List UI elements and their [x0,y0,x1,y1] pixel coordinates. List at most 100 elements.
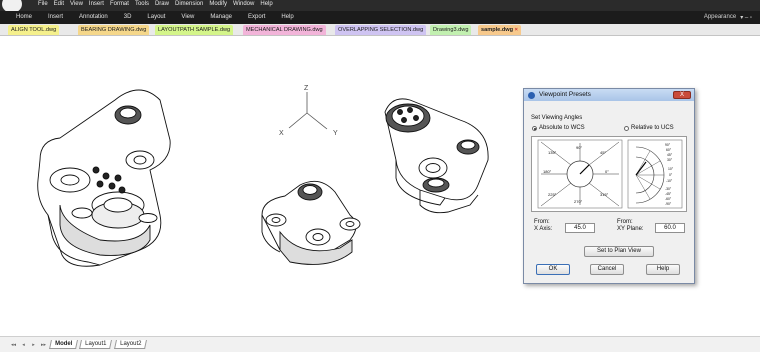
viewpoint-presets-dialog: Viewpoint Presets X Set Viewing Angles A… [523,88,695,284]
compass-label-225: 225° [548,192,557,197]
ribbon-tab-view[interactable]: View [181,14,194,20]
doc-tab-mechanical-drawing[interactable]: MECHANICAL DRAWING.dwg [243,25,326,35]
xy-plane-label: XY Plane: [617,226,644,232]
ribbon-tab-help[interactable]: Help [281,14,293,20]
doc-tab-overlapping-selection[interactable]: OVERLAPPING SELECTION.dwg [335,25,427,35]
document-tab-bar: ALIGN TOOL.dwg BEARING DRAWING.dwg LAYOU… [0,24,760,36]
elev-label-30: 30° [667,158,673,162]
set-viewing-angles-label: Set Viewing Angles [531,115,583,121]
menu-insert[interactable]: Insert [89,1,104,7]
x-axis-input[interactable]: 45.0 [565,223,595,233]
doc-tab-label: sample.dwg [481,27,514,33]
elev-label-45: 45° [667,153,673,157]
menu-window[interactable]: Window [233,1,254,7]
ribbon-bar: Home Insert Annotation 3D Layout View Ma… [0,11,760,24]
compass-label-270: 270° [574,199,583,204]
elev-label-neg45: -45° [665,192,672,196]
layout-tab-bar: ◂◂ ◂ ▸ ▸▸ Model Layout1 Layout2 [0,336,760,352]
menu-file[interactable]: File [38,1,48,7]
dialog-app-icon [528,92,535,99]
first-layout-icon[interactable]: ◂◂ [10,342,17,348]
elev-label-10: 10° [668,167,674,171]
menu-help[interactable]: Help [260,1,272,7]
ribbon-tab-annotation[interactable]: Annotation [79,14,108,20]
doc-tab-bearing-drawing[interactable]: BEARING DRAWING.dwg [78,25,150,35]
part-right [384,98,489,214]
menu-modify[interactable]: Modify [209,1,227,7]
dialog-title-bar[interactable]: Viewpoint Presets X [524,89,694,101]
axis-x-label: X [279,130,284,137]
ribbon-tab-home[interactable]: Home [16,14,32,20]
help-button[interactable]: Help [646,264,680,275]
menu-bar: File Edit View Insert Format Tools Draw … [0,0,760,13]
doc-tab-label: LAYOUTPATH SAMPLE.dwg [158,27,231,33]
doc-tab-drawing3[interactable]: Drawing3.dwg [430,25,472,35]
x-axis-angle-compass[interactable]: 90° 45° 0° 315° 270° 225° 180° 135° [537,139,623,209]
axis-z-label: Z [304,85,309,92]
close-icon[interactable]: X [673,91,691,99]
compass-label-0: 0° [605,169,609,174]
tab-model[interactable]: Model [49,340,79,349]
dialog-title: Viewpoint Presets [539,91,591,98]
menu-tools[interactable]: Tools [135,1,149,7]
doc-tab-align-tool[interactable]: ALIGN TOOL.dwg [8,25,60,35]
elev-label-neg90: -90° [665,202,672,206]
doc-tab-label: Drawing3.dwg [433,27,469,33]
tab-layout1-label: Layout1 [85,341,107,347]
tab-layout2-label: Layout2 [119,341,142,347]
elev-label-neg60: -60° [665,197,672,201]
close-tab-icon[interactable]: × [515,27,518,33]
doc-tab-label: MECHANICAL DRAWING.dwg [246,27,323,33]
elev-label-90: 90° [665,143,671,147]
appearance-dropdown[interactable]: Appearance [704,14,736,21]
radio-unselected-icon [624,125,629,131]
xy-plane-input[interactable]: 60.0 [655,223,685,233]
menu-draw[interactable]: Draw [155,1,169,7]
doc-tab-label: ALIGN TOOL.dwg [11,27,57,33]
radio-relative-label: Relative to UCS [631,125,674,131]
ribbon-tab-export[interactable]: Export [248,14,265,20]
part-left [37,89,171,267]
radio-relative-to-ucs[interactable]: Relative to UCS [624,125,674,131]
elev-label-60: 60° [666,148,672,152]
elev-label-neg10: -10° [666,179,673,183]
tab-layout1[interactable]: Layout1 [79,340,113,349]
ribbon-tab-3d[interactable]: 3D [124,14,132,20]
radio-absolute-label: Absolute to WCS [539,125,585,131]
xy-plane-angle-gauge[interactable]: 90° 60° 45° 30° 10° 0° -10° -30° -45° -6… [627,139,683,209]
prev-layout-icon[interactable]: ◂ [20,342,27,348]
compass-label-135: 135° [548,150,557,155]
ribbon-tab-layout[interactable]: Layout [147,14,165,20]
compass-label-90: 90° [576,145,582,150]
compass-label-180: 180° [543,169,552,174]
part-center [261,180,361,265]
menu-dimension[interactable]: Dimension [175,1,203,7]
compass-label-45: 45° [600,150,606,155]
doc-tab-layoutpath-sample[interactable]: LAYOUTPATH SAMPLE.dwg [155,25,234,35]
tab-layout2[interactable]: Layout2 [113,340,148,349]
next-layout-icon[interactable]: ▸ [30,342,37,348]
menu-edit[interactable]: Edit [54,1,64,7]
compass-label-315: 315° [600,192,609,197]
set-to-plan-view-button[interactable]: Set to Plan View [584,246,654,257]
angle-diagrams: 90° 45° 0° 315° 270° 225° 180° 135° 90° … [537,139,683,209]
ucs-axes-icon [288,92,328,130]
last-layout-icon[interactable]: ▸▸ [40,342,47,348]
menu-view[interactable]: View [70,1,83,7]
from-label-xy: From: [617,219,633,225]
elev-label-neg30: -30° [665,187,672,191]
doc-tab-label: BEARING DRAWING.dwg [81,27,147,33]
axis-y-label: Y [333,130,338,137]
doc-tab-label: OVERLAPPING SELECTION.dwg [338,27,424,33]
ok-button[interactable]: OK [536,264,570,275]
from-label-x: From: [534,219,550,225]
menu-format[interactable]: Format [110,1,129,7]
window-controls[interactable]: ▾ – ▫ [740,14,752,21]
cancel-button[interactable]: Cancel [590,264,624,275]
x-axis-label: X Axis: [534,226,553,232]
radio-absolute-to-wcs[interactable]: Absolute to WCS [532,125,585,131]
doc-tab-sample[interactable]: sample.dwg × [478,25,521,35]
ribbon-tab-manage[interactable]: Manage [210,14,232,20]
ribbon-tab-insert[interactable]: Insert [48,14,63,20]
viewing-angle-selector: 90° 45° 0° 315° 270° 225° 180° 135° 90° … [531,136,687,212]
